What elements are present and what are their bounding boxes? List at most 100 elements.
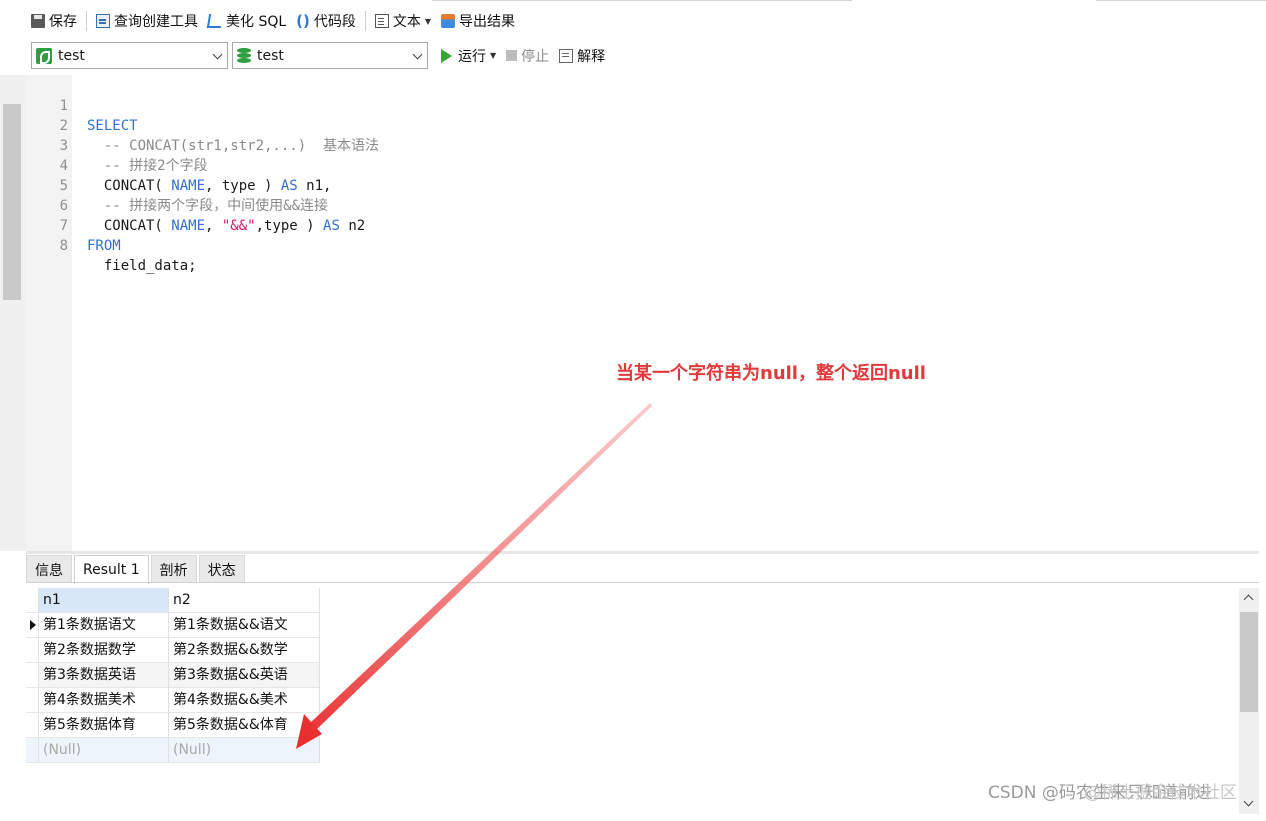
table-cell[interactable]: 第3条数据&&英语	[169, 663, 320, 688]
top-border-right	[1096, 0, 1266, 1]
null-cell[interactable]: (Null)	[39, 738, 169, 763]
result-tabs: 信息 Result 1 剖析 状态	[26, 555, 247, 584]
table-row[interactable]: 第4条数据美术 第4条数据&&美术	[26, 688, 320, 713]
tab-baseline	[26, 582, 1259, 583]
text-mode-button[interactable]: 文本 ▼	[370, 8, 436, 34]
table-cell[interactable]: 第2条数据&&数学	[169, 638, 320, 663]
sql-comment: -- 拼接两个字段，中间使用&&连接	[87, 198, 329, 214]
current-row-icon	[26, 613, 39, 638]
table-cell[interactable]: 第3条数据英语	[39, 663, 169, 688]
dropdown-caret-icon[interactable]: ▼	[490, 51, 496, 60]
row-indicator	[26, 688, 39, 713]
save-button[interactable]: 保存	[26, 8, 82, 34]
tab-info[interactable]: 信息	[26, 555, 72, 583]
export-label: 导出结果	[459, 14, 516, 30]
chevron-down-icon	[212, 49, 223, 60]
sql-code: CONCAT( NAME, "&&",type ) AS n2	[87, 216, 365, 236]
code-line: 1 SELECT	[26, 76, 138, 134]
code-line: 2 -- CONCAT(str1,str2,...) 基本语法	[26, 96, 379, 154]
chevron-up-icon[interactable]	[1243, 594, 1254, 605]
query-builder-button[interactable]: 查询创建工具	[91, 8, 203, 34]
beautify-sql-button[interactable]: 美化 SQL	[203, 8, 291, 34]
beautify-label: 美化 SQL	[226, 14, 287, 30]
table-cell[interactable]: 第2条数据数学	[39, 638, 169, 663]
row-indicator	[26, 738, 39, 763]
code-line: 6 CONCAT( NAME, "&&",type ) AS n2	[26, 176, 366, 234]
row-indicator	[26, 588, 39, 613]
sql-text: n2	[339, 218, 366, 234]
table-cell[interactable]: 第4条数据美术	[39, 688, 169, 713]
table-cell[interactable]: 第5条数据体育	[39, 713, 169, 738]
top-border	[432, 0, 852, 1]
database-select[interactable]: test	[232, 42, 428, 69]
sql-editor[interactable]: 1 SELECT 2 -- CONCAT(str1,str2,...) 基本语法…	[26, 75, 1259, 551]
connection-value: test	[58, 47, 85, 64]
table-cell[interactable]: 第1条数据&&语文	[169, 613, 320, 638]
stop-label: 停止	[521, 48, 550, 65]
result-scrollbar[interactable]	[1239, 588, 1259, 814]
sql-keyword: FROM	[87, 238, 121, 254]
row-indicator	[26, 638, 39, 663]
parentheses-icon: ()	[296, 12, 310, 30]
panel-splitter[interactable]	[26, 551, 1259, 554]
table-row[interactable]: 第5条数据体育 第5条数据&&体育	[26, 713, 320, 738]
beautify-icon	[206, 14, 224, 28]
sql-string: "&&"	[221, 218, 256, 234]
code-line: 8 field_data;	[26, 216, 197, 274]
export-results-button[interactable]: 导出结果	[436, 8, 520, 34]
sql-keyword: AS	[280, 178, 298, 194]
watermark-overlay: @稀土掘金技术社区	[1084, 783, 1237, 803]
tab-status[interactable]: 状态	[198, 555, 245, 583]
sql-text: CONCAT(	[87, 178, 172, 194]
tab-result-1[interactable]: Result 1	[74, 555, 149, 584]
run-label: 运行	[458, 48, 486, 65]
table-cell[interactable]: 第5条数据&&体育	[169, 713, 320, 738]
export-icon	[441, 14, 456, 28]
sql-text: CONCAT(	[87, 218, 172, 234]
code-line: 4 CONCAT( NAME, type ) AS n1,	[26, 136, 332, 194]
sql-comment: -- 拼接2个字段	[87, 158, 208, 174]
table-row[interactable]: 第2条数据数学 第2条数据&&数学	[26, 638, 320, 663]
database-icon	[237, 47, 251, 64]
row-indicator	[26, 713, 39, 738]
sql-text: ,	[205, 218, 222, 234]
toolbar-divider	[364, 11, 366, 31]
sql-keyword: NAME	[171, 178, 206, 194]
stop-icon	[506, 50, 518, 61]
run-button[interactable]: 运行 ▼	[436, 43, 501, 69]
row-indicator	[26, 663, 39, 688]
stop-button[interactable]: 停止	[501, 43, 554, 69]
scroll-thumb[interactable]	[1240, 612, 1258, 712]
column-header-n2[interactable]: n2	[169, 588, 320, 613]
connection-select[interactable]: test	[31, 42, 228, 69]
explain-button[interactable]: 解释	[554, 43, 610, 69]
table-row[interactable]: 第3条数据英语 第3条数据&&英语	[26, 663, 320, 688]
left-scroll-thumb[interactable]	[3, 104, 21, 300]
dropdown-caret-icon[interactable]: ▼	[425, 17, 431, 26]
table-cell[interactable]: 第4条数据&&美术	[169, 688, 320, 713]
sql-code: CONCAT( NAME, type ) AS n1,	[87, 176, 332, 196]
tab-profile[interactable]: 剖析	[150, 555, 197, 583]
table-cell[interactable]: 第1条数据语文	[39, 613, 169, 638]
chevron-down-icon[interactable]	[1243, 796, 1254, 807]
play-icon	[441, 48, 452, 63]
connection-icon	[36, 47, 52, 64]
code-line: 5 -- 拼接两个字段，中间使用&&连接	[26, 156, 328, 214]
explain-label: 解释	[577, 48, 606, 65]
column-header-n1[interactable]: n1	[39, 588, 169, 613]
code-line: 7 FROM	[26, 196, 121, 254]
null-cell[interactable]: (Null)	[169, 738, 320, 763]
save-icon	[31, 14, 45, 28]
code-snippet-button[interactable]: () 代码段	[291, 8, 361, 34]
table-row-null[interactable]: (Null) (Null)	[26, 738, 320, 763]
text-mode-label: 文本	[392, 14, 421, 30]
table-row[interactable]: 第1条数据语文 第1条数据&&语文	[26, 613, 320, 638]
grid-header-row: n1 n2	[26, 588, 320, 613]
database-value: test	[257, 47, 284, 64]
save-label: 保存	[49, 14, 77, 30]
code-line: 3 -- 拼接2个字段	[26, 116, 208, 174]
chevron-down-icon	[412, 49, 423, 60]
toolbar-divider	[86, 11, 87, 31]
sql-text: ,type )	[255, 218, 324, 234]
sql-text: field_data;	[87, 258, 197, 274]
